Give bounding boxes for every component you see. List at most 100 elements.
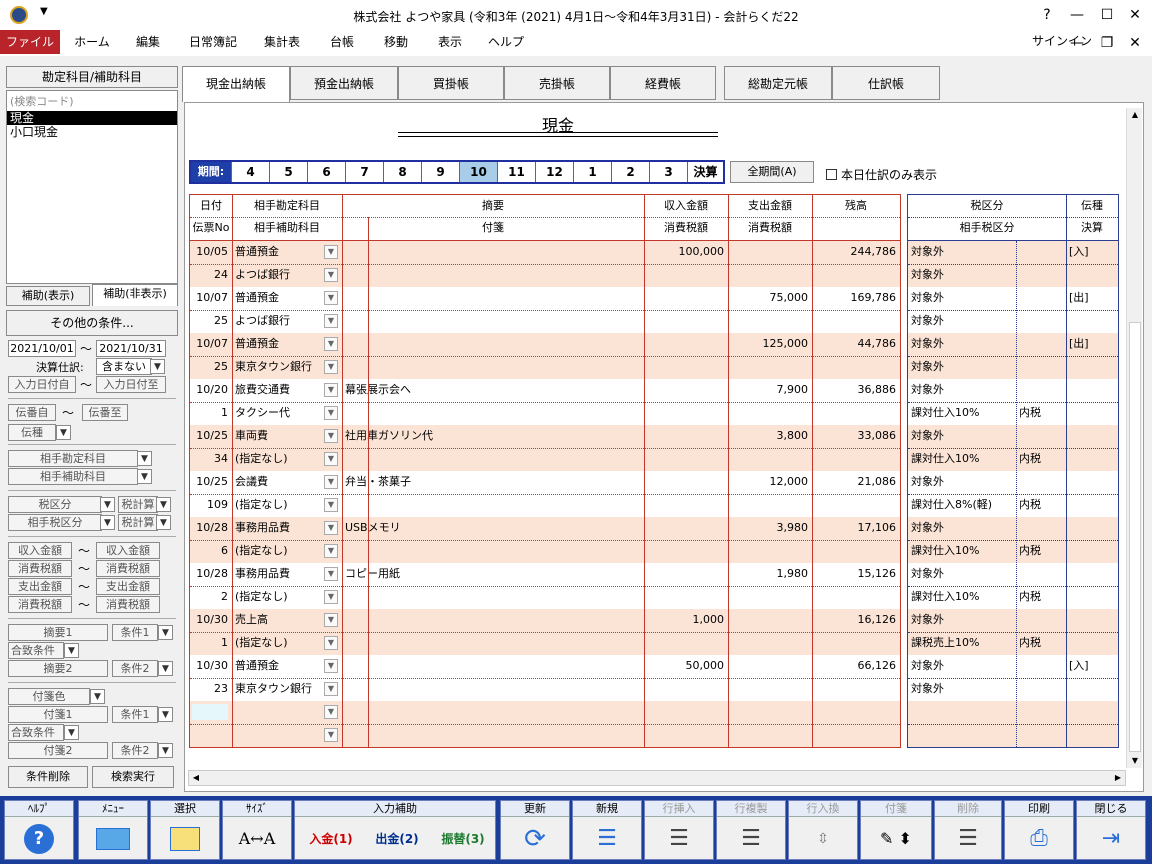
copy-row-button[interactable]: 行複製 ☰ — [716, 800, 786, 860]
cell-slip-no[interactable]: 23 — [190, 678, 232, 701]
table-row[interactable]: 課対仕入10% 内税 — [908, 402, 1118, 425]
cell-aite-tax-class[interactable]: 課対仕入8%(軽) — [908, 494, 1016, 517]
cell-tax-class[interactable]: 対象外 — [908, 287, 1016, 310]
cell-slip-type[interactable]: [入] — [1066, 241, 1118, 264]
horizontal-scrollbar[interactable]: ◀ ▶ — [188, 770, 1126, 786]
cell-balance[interactable]: 36,886 — [812, 379, 900, 402]
cell-aite-tax-class[interactable]: 課対仕入10% — [908, 448, 1016, 471]
aite-account-select[interactable]: 相手勘定科目 — [8, 450, 138, 467]
chevron-down-icon[interactable]: ▼ — [324, 429, 338, 443]
memo-match-select[interactable]: 合致条件 — [8, 642, 64, 659]
chevron-down-icon[interactable]: ▼ — [324, 567, 338, 581]
cell-income[interactable]: 50,000 — [644, 655, 728, 678]
table-row[interactable] — [908, 701, 1118, 724]
income-to-field[interactable]: 収入金額 — [96, 542, 160, 559]
tab-receivable-book[interactable]: 売掛帳 — [504, 66, 610, 100]
menu-daily[interactable]: 日常簿記 — [182, 30, 244, 54]
cell-slip-no[interactable]: 34 — [190, 448, 232, 471]
cell-expense[interactable]: 75,000 — [728, 287, 812, 310]
cell-date[interactable]: 10/28 — [190, 563, 232, 586]
chevron-down-icon[interactable]: ▼ — [324, 475, 338, 489]
cell-tax-class[interactable]: 対象外 — [908, 241, 1016, 264]
cell-account[interactable]: 事務用品費 — [232, 517, 322, 540]
expense-tax-to-field[interactable]: 消費税額 — [96, 596, 160, 613]
chevron-down-icon[interactable]: ▼ — [324, 636, 338, 650]
deposit-button[interactable]: 入金(1) — [301, 825, 361, 853]
tab-payable-book[interactable]: 買掛帳 — [398, 66, 504, 100]
cell-memo[interactable] — [342, 609, 644, 632]
chevron-down-icon[interactable]: ▼ — [156, 497, 171, 512]
month-5-button[interactable]: 5 — [269, 162, 307, 182]
table-row[interactable]: 対象外 [出] — [908, 287, 1118, 310]
cell-subaccount[interactable]: (指定なし) — [232, 540, 322, 563]
maximize-button[interactable]: ☐ — [1094, 4, 1120, 26]
minimize-button[interactable]: — — [1064, 4, 1090, 26]
month-3-button[interactable]: 3 — [649, 162, 687, 182]
account-item-cash[interactable]: 現金 — [7, 111, 177, 125]
menu-tool-button[interactable]: ﾒﾆｭｰ — [78, 800, 148, 860]
clear-conditions-button[interactable]: 条件削除 — [8, 766, 88, 788]
table-row[interactable]: 109 (指定なし) ▼ — [190, 494, 900, 517]
cell-account[interactable]: 事務用品費 — [232, 563, 322, 586]
date-to-field[interactable]: 2021/10/31 — [96, 340, 166, 357]
cell-balance[interactable]: 66,126 — [812, 655, 900, 678]
chevron-down-icon[interactable]: ▼ — [158, 707, 173, 722]
table-row[interactable]: 25 東京タウン銀行 ▼ — [190, 356, 900, 379]
ribbon-close-button[interactable]: ✕ — [1122, 32, 1148, 54]
cell-aite-tax-class[interactable]: 対象外 — [908, 678, 1016, 701]
scroll-up-icon[interactable]: ▲ — [1128, 108, 1142, 122]
run-search-button[interactable]: 検索実行 — [92, 766, 174, 788]
cell-balance[interactable]: 44,786 — [812, 333, 900, 356]
cell-tax-class[interactable]: 対象外 — [908, 471, 1016, 494]
month-8-button[interactable]: 8 — [383, 162, 421, 182]
memo1-cond-select[interactable]: 条件1 — [112, 624, 158, 641]
cell-tax-class[interactable]: 対象外 — [908, 425, 1016, 448]
chevron-down-icon[interactable]: ▼ — [90, 689, 105, 704]
scroll-thumb[interactable] — [1129, 322, 1141, 752]
cell-income[interactable] — [644, 517, 728, 540]
date-from-field[interactable]: 2021/10/01 — [8, 340, 76, 357]
cell-account[interactable]: 車両費 — [232, 425, 322, 448]
scroll-right-icon[interactable]: ▶ — [1111, 771, 1125, 785]
month-7-button[interactable]: 7 — [345, 162, 383, 182]
insert-row-button[interactable]: 行挿入 ☰ — [644, 800, 714, 860]
cell-slip-type[interactable] — [1066, 379, 1118, 402]
chevron-down-icon[interactable]: ▼ — [324, 705, 338, 719]
cell-subaccount[interactable]: よつば銀行 — [232, 264, 322, 287]
note-color-select[interactable]: 付箋色 — [8, 688, 90, 705]
cell-income[interactable] — [644, 333, 728, 356]
cell-income[interactable]: 1,000 — [644, 609, 728, 632]
cell-aite-tax-class[interactable]: 課対仕入10% — [908, 586, 1016, 609]
withdraw-button[interactable]: 出金(2) — [367, 825, 427, 853]
chevron-down-icon[interactable]: ▼ — [64, 725, 79, 740]
table-row[interactable]: 対象外 — [908, 517, 1118, 540]
table-row[interactable]: 対象外 [出] — [908, 333, 1118, 356]
table-row[interactable]: 課対仕入10% 内税 — [908, 586, 1118, 609]
table-row[interactable]: 対象外 — [908, 471, 1118, 494]
print-tool-button[interactable]: 印刷 ⎙ — [1004, 800, 1074, 860]
month-12-button[interactable]: 12 — [535, 162, 573, 182]
chevron-down-icon[interactable]: ▼ — [158, 661, 173, 676]
cell-balance[interactable]: 169,786 — [812, 287, 900, 310]
cell-slip-no[interactable]: 25 — [190, 310, 232, 333]
table-row[interactable]: 対象外 — [908, 356, 1118, 379]
expense-tax-from-field[interactable]: 消費税額 — [8, 596, 72, 613]
table-row[interactable]: 課対仕入10% 内税 — [908, 540, 1118, 563]
cell-slip-type[interactable]: [出] — [1066, 287, 1118, 310]
cell-memo[interactable] — [342, 241, 644, 264]
swap-row-button[interactable]: 行入換 ⇳ — [788, 800, 858, 860]
chevron-down-icon[interactable]: ▼ — [158, 743, 173, 758]
table-row[interactable]: 10/05 普通預金 100,000 244,786 ▼ — [190, 241, 900, 264]
cell-tax-class[interactable]: 対象外 — [908, 609, 1016, 632]
table-row[interactable]: 課税売上10% 内税 — [908, 632, 1118, 655]
other-conditions-button[interactable]: その他の条件... — [6, 310, 178, 336]
cell-memo[interactable]: 社用車ガソリン代 — [342, 425, 644, 448]
month-4-button[interactable]: 4 — [231, 162, 269, 182]
chevron-down-icon[interactable]: ▼ — [324, 728, 338, 742]
memo2-cond-select[interactable]: 条件2 — [112, 660, 158, 677]
cell-slip-type[interactable] — [1066, 609, 1118, 632]
table-row[interactable]: 24 よつば銀行 ▼ — [190, 264, 900, 287]
table-row[interactable]: 1 タクシー代 ▼ — [190, 402, 900, 425]
cell-slip-type[interactable] — [1066, 517, 1118, 540]
cell-tax-class[interactable]: 対象外 — [908, 333, 1016, 356]
